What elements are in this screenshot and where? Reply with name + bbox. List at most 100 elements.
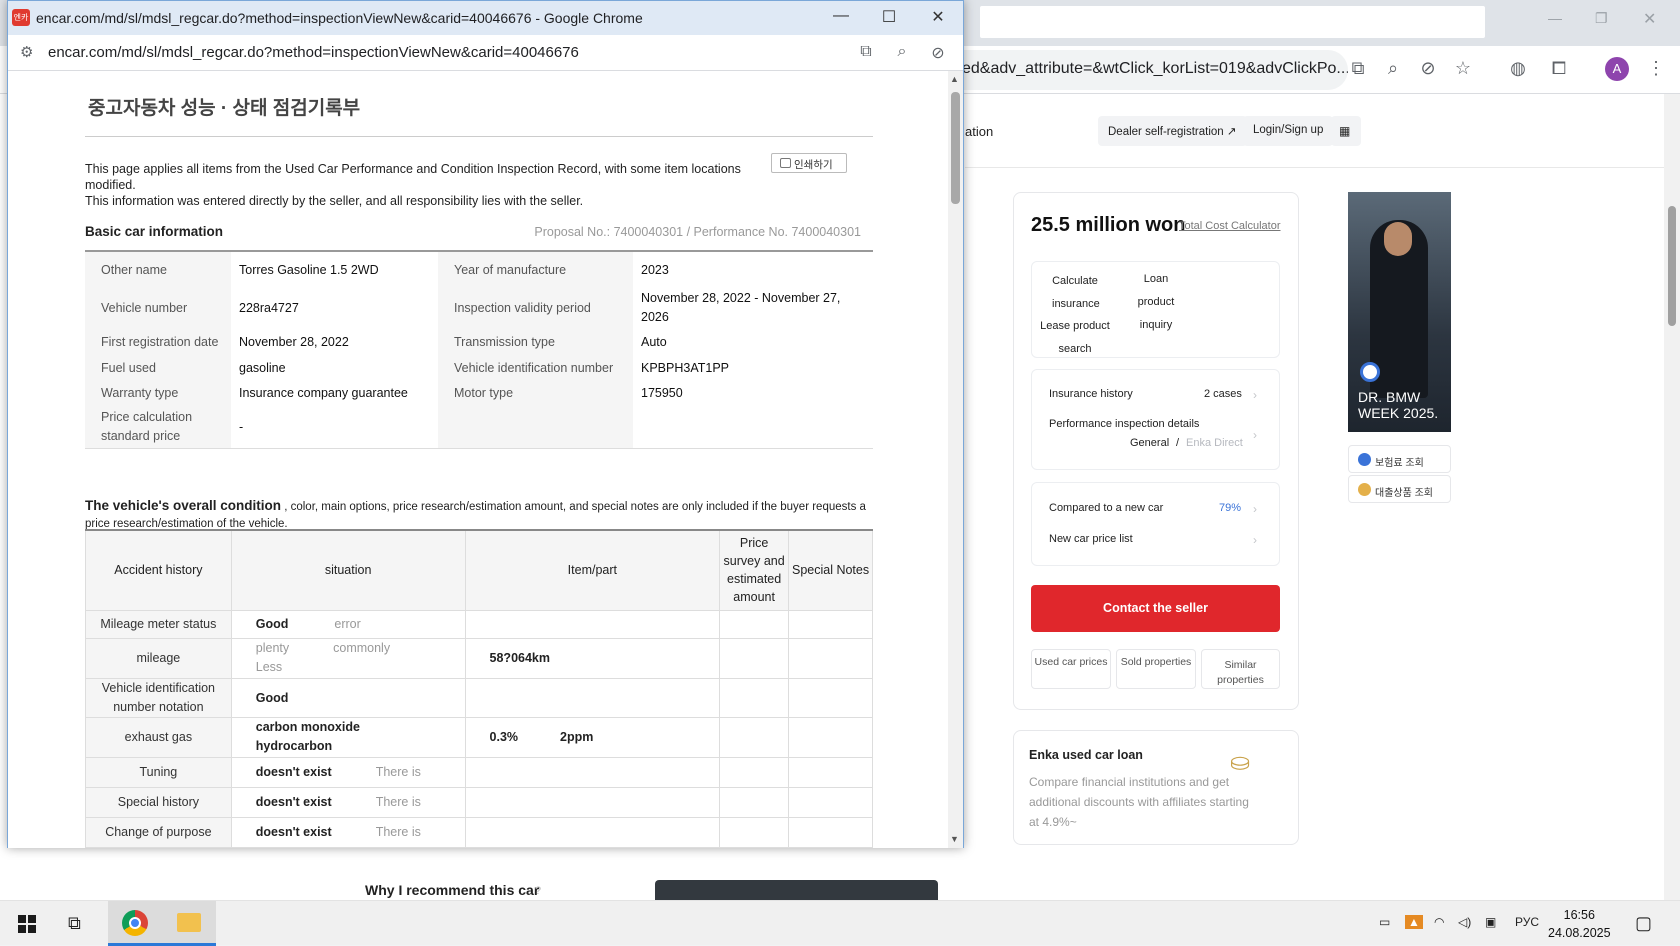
app-tray-icon[interactable]: ▲ [1405,915,1423,929]
popup-window-title: encar.com/md/sl/mdsl_regcar.do?method=in… [36,10,643,26]
extensions-icon[interactable]: ⧠ [1548,58,1570,79]
popup-url[interactable]: encar.com/md/sl/mdsl_regcar.do?method=in… [48,44,579,61]
row-label: Tuning [85,756,232,788]
document-title: 중고자동차 성능 · 상태 점검기록부 [88,98,361,119]
omnibox[interactable]: ed&adv_attribute=&wtClick_korList=019&ad… [940,50,1348,90]
new-car-compare-box [1031,482,1280,566]
mileage-value: 58?064km [489,651,550,665]
unselected-option: plenty [255,641,290,655]
basic-info-title: Basic car information [85,224,224,239]
menu-kebab-icon[interactable]: ⋮ [1645,58,1667,79]
info-label: Motor type [438,380,633,406]
info-value: 175950 [641,386,683,400]
proposal-number: Proposal No.: 7400040301 / Performance N… [534,225,861,239]
performance-general-link[interactable]: General [1130,437,1169,449]
display-icon[interactable]: ▣ [1485,915,1496,929]
info-value [633,406,873,449]
translate-icon[interactable]: ⧉ [855,43,877,61]
zoom-icon[interactable]: ⌕ [1382,58,1404,79]
minimize-icon[interactable]: — [1548,10,1562,26]
scroll-up-arrow-icon[interactable]: ▲ [950,74,959,84]
used-car-prices-button[interactable]: Used car prices [1031,649,1111,689]
system-clock[interactable]: 16:56 24.08.2025 [1548,906,1611,942]
language-indicator[interactable]: РУС [1515,915,1539,929]
network-icon[interactable]: ◠ [1434,915,1444,929]
ad-loan-button[interactable]: 대출상품 조회 [1348,475,1451,503]
battery-icon[interactable]: ▭ [1379,915,1390,929]
popup-close-icon[interactable]: ✕ [923,7,953,27]
overall-condition-title: The vehicle's overall condition [85,498,282,513]
unselected-option: There is [375,825,421,839]
bmw-ad-banner[interactable]: DR. BMW WEEK 2025. [1348,192,1451,432]
info-label: Vehicle number [85,287,231,329]
calculate-insurance-button[interactable]: Calculate insurance [1052,270,1100,316]
table-row: mileage plenty commonly Less 58?064km [85,637,873,679]
dealer-registration-button[interactable]: Dealer self-registration ↗ [1098,116,1247,146]
page-scrollbar[interactable] [1664,94,1680,900]
row-label: mileage [85,637,232,679]
unselected-option: There is [375,765,421,779]
clock-date: 24.08.2025 [1548,926,1611,940]
clock-time: 16:56 [1563,908,1595,922]
nav-partial-label[interactable]: ation [965,124,993,139]
taskbar-chrome[interactable] [108,901,162,946]
tracking-protection-icon[interactable]: ⊘ [1417,58,1439,79]
login-signup-button[interactable]: Login/Sign up [1243,116,1334,146]
popup-scrollbar-thumb[interactable] [951,92,960,204]
popup-address-bar[interactable]: ⚙ encar.com/md/sl/mdsl_regcar.do?method=… [8,35,963,71]
page-scrollbar-thumb[interactable] [1668,206,1676,326]
restore-icon[interactable]: ❐ [1595,10,1608,27]
compared-new-car-value[interactable]: 79% [1219,502,1241,514]
insurance-history-value[interactable]: 2 cases [1204,388,1242,400]
popup-scrollbar[interactable]: ▲ ▼ [948,71,963,848]
performance-enka-direct-link[interactable]: Enka Direct [1186,437,1243,449]
insurance-history-label[interactable]: Insurance history [1049,388,1133,400]
inspection-document: 중고자동차 성능 · 상태 점검기록부 인쇄하기 This page appli… [8,71,948,848]
new-car-price-list-link[interactable]: New car price list [1049,533,1133,545]
total-cost-calculator-link[interactable]: Total Cost Calculator [1179,220,1281,232]
print-button[interactable]: 인쇄하기 [771,153,847,173]
windows-start-icon[interactable] [18,915,36,933]
performance-separator: / [1176,437,1180,449]
ad-insurance-button[interactable]: 보험료 조회 [1348,445,1451,473]
info-value: 228ra4727 [239,301,299,315]
selected-option: doesn't exist [255,795,332,809]
col-price-survey: Price survey and estimated amount [719,529,790,611]
coin-icon [1358,483,1371,496]
notifications-icon[interactable]: ▢ [1635,913,1652,934]
tracking-protection-icon[interactable]: ⊘ [927,43,949,63]
info-label: Year of manufacture [438,251,633,287]
info-label: Fuel used [85,355,231,380]
performance-inspection-label[interactable]: Performance inspection details [1049,418,1199,430]
popup-minimize-icon[interactable]: — [826,7,856,25]
contact-seller-button[interactable]: Contact the seller [1031,585,1280,632]
bookmark-star-icon[interactable]: ☆ [1452,58,1474,79]
row-label: Change of purpose [85,816,232,848]
zoom-icon[interactable]: ⌕ [891,43,913,61]
close-icon[interactable]: ✕ [1643,9,1656,29]
translate-icon[interactable]: ⧉ [1347,58,1369,79]
selected-option: Good [255,690,289,705]
popup-maximize-icon[interactable]: ☐ [874,7,904,27]
site-settings-icon[interactable]: ⚙ [20,43,33,61]
recommend-title: Why I recommend this car [365,882,540,898]
similar-properties-button[interactable]: Similar properties [1201,649,1280,689]
loan-card-title: Enka used car loan [1029,748,1143,762]
sold-properties-button[interactable]: Sold properties [1116,649,1196,689]
globe-icon[interactable]: ◍ [1507,58,1529,79]
help-icon[interactable]: ? [535,885,541,897]
lease-product-search-button[interactable]: Lease product search [1040,315,1110,361]
apps-grid-icon[interactable]: ▦ [1331,116,1361,146]
loan-product-inquiry-button[interactable]: Loan product inquiry [1125,268,1187,337]
scroll-down-arrow-icon[interactable]: ▼ [950,834,959,844]
info-label: Warranty type [85,380,231,406]
compared-new-car-label[interactable]: Compared to a new car [1049,502,1163,514]
taskbar-file-explorer[interactable] [162,901,216,946]
task-view-icon[interactable]: ⧉ [68,913,81,934]
col-accident-history: Accident history [85,529,232,611]
background-tab[interactable] [980,6,1485,38]
profile-avatar[interactable]: A [1605,57,1629,81]
info-label: Vehicle identification number [438,355,633,380]
volume-icon[interactable]: ◁) [1458,915,1471,929]
overall-condition-heading: The vehicle's overall condition , color,… [85,497,875,533]
